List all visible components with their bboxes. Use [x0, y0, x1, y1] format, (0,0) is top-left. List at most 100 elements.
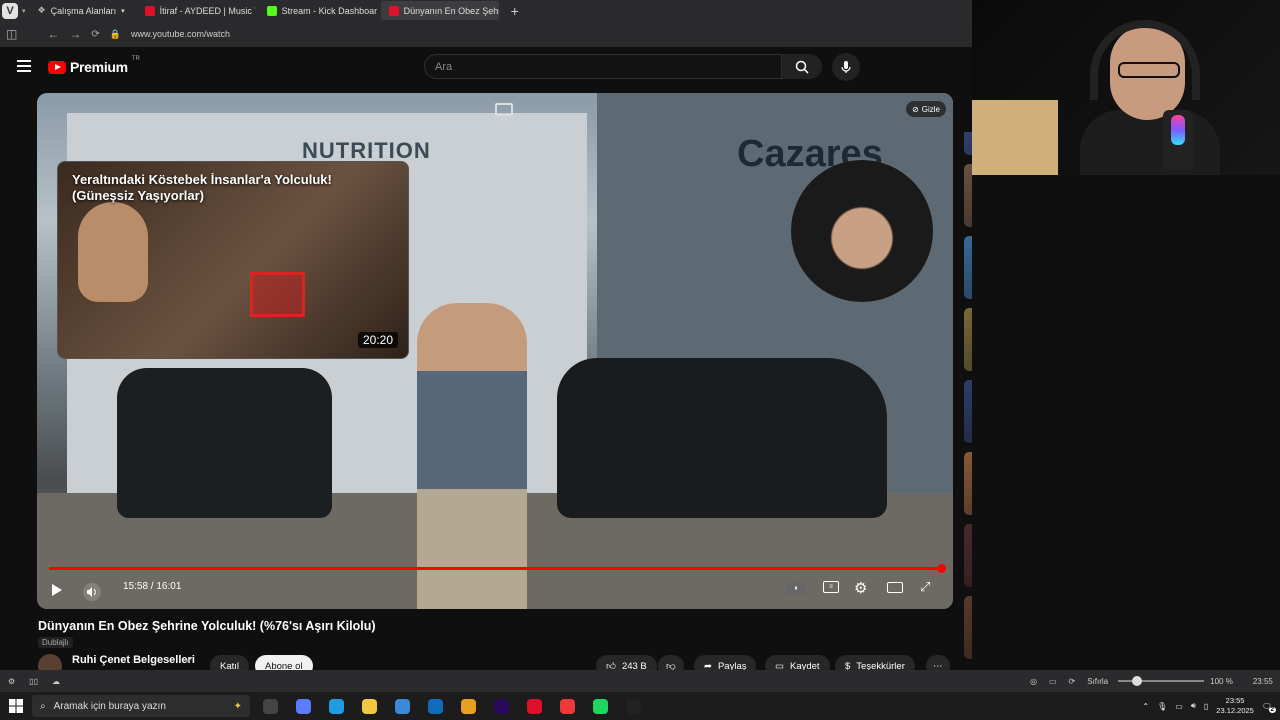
zoom-slider[interactable] — [1118, 676, 1205, 686]
recommendations-list: 38:43342 B görüntüleme • 3 gün önceYeni 2… — [964, 132, 972, 670]
battery-icon[interactable]: ▯ — [1204, 702, 1208, 711]
sidebar-video-item[interactable]: 31:42AKDENİZ BÖLGESİ'NİN EN DÜŞÜK PUANLI… — [964, 452, 972, 518]
lock-icon[interactable]: 🔒 — [110, 29, 121, 40]
video-thumbnail[interactable]: 38:43 — [964, 132, 972, 155]
endscreen-video-card[interactable]: Yeraltındaki Köstebek İnsanlar'a Yolculu… — [57, 161, 409, 359]
panel-toggle-icon[interactable]: ◫ — [6, 27, 17, 41]
task-view-app-icon[interactable] — [254, 692, 287, 720]
channel-name[interactable]: Ruhi Çenet Belgeselleri — [72, 654, 195, 666]
more-actions-button[interactable]: ⋯ — [926, 655, 950, 670]
capture-icon[interactable]: ◎ — [1030, 677, 1037, 686]
taskbar-search-input[interactable]: ⌕ Aramak için buraya yazın ✦ — [32, 695, 250, 717]
tab-aydeed[interactable]: İtiraf - AYDEED | Music Vide — [137, 1, 255, 20]
thanks-button[interactable]: $ Teşekkürler — [835, 655, 915, 670]
endscreen-channel-avatar[interactable] — [791, 160, 933, 302]
video-thumbnail[interactable]: 20:20 — [964, 164, 972, 227]
channel-avatar[interactable] — [38, 654, 62, 670]
spotify-app-icon[interactable] — [584, 692, 617, 720]
share-button[interactable]: ➦ Paylaş — [694, 655, 757, 670]
chevron-down-icon[interactable]: ▾ — [22, 7, 26, 15]
dubbed-badge: Dublajlı — [38, 637, 73, 648]
thanks-icon: $ — [845, 660, 851, 671]
taskbar-apps — [254, 692, 650, 720]
fullscreen-icon[interactable]: ⤢ — [920, 579, 930, 595]
premiere-app-icon[interactable] — [485, 692, 518, 720]
notification-icon[interactable]: 🗨︎ 2 — [1262, 702, 1276, 713]
reader-icon[interactable]: ▭ — [1049, 677, 1057, 686]
sidebar-video-item[interactable]: 38:43342 B görüntüleme • 3 gün önceYeni — [964, 132, 972, 158]
reload-icon[interactable]: ⟳ — [91, 29, 99, 40]
play-button[interactable] — [51, 583, 63, 597]
theater-mode-icon[interactable] — [887, 582, 903, 593]
panel-icon[interactable]: ⚙ — [8, 677, 15, 686]
subscribe-button[interactable]: Abone ol — [255, 655, 313, 670]
video-thumbnail[interactable]: 34:45 — [964, 380, 972, 443]
tab-kick[interactable]: Stream - Kick Dashboard — [259, 1, 377, 20]
volume-icon[interactable]: 🔊︎ — [1191, 701, 1196, 711]
reset-zoom-button[interactable]: Sıfırla — [1087, 677, 1108, 686]
zoom-level: 100 % — [1210, 676, 1233, 686]
youtube-favicon-icon — [144, 5, 155, 16]
hide-button[interactable]: ⊘ Gizle — [906, 101, 946, 117]
taskbar-clock[interactable]: 23:55 23.12.2025 — [1216, 696, 1254, 716]
search-input[interactable]: Ara — [424, 54, 782, 79]
sidebar-video-item[interactable]: 17:54BU ŞAMPİYON JUNGDA ÇOK GÜÇLÜ | LEAG… — [964, 236, 972, 302]
new-tab-button[interactable]: + — [503, 3, 527, 19]
youtube-page: Premium TR Ara NUTRITION Cazares ⊘ Gizle… — [0, 47, 972, 670]
sidebar-video-item[interactable]: 34:45Amerika'da Polisle Gece Devriyesine… — [964, 380, 972, 446]
url-field[interactable]: www.youtube.com/watch — [131, 29, 230, 39]
chrome-app-icon[interactable] — [452, 692, 485, 720]
opera-app-icon[interactable] — [518, 692, 551, 720]
chevron-up-icon[interactable]: ⌃ — [1142, 702, 1149, 711]
cloud-icon[interactable]: ☁ — [52, 677, 60, 686]
start-button[interactable] — [0, 692, 32, 720]
explorer-app-icon[interactable] — [353, 692, 386, 720]
sync-icon[interactable]: ⟳ — [1069, 677, 1076, 686]
outlook-app-icon[interactable] — [419, 692, 452, 720]
voice-search-button[interactable] — [832, 53, 860, 81]
search-button[interactable] — [782, 54, 822, 79]
miniplayer-icon[interactable] — [495, 103, 513, 116]
save-label: Kaydet — [789, 660, 820, 671]
subtitles-icon[interactable]: ≡ — [823, 581, 839, 593]
video-thumbnail[interactable]: 17:54 — [964, 236, 972, 299]
obs-app-icon[interactable] — [617, 692, 650, 720]
thumbs-up-icon: 👍︎ — [606, 661, 616, 670]
workspaces-button[interactable]: ❖ Çalışma Alanları ▾ — [30, 1, 133, 20]
video-player[interactable]: NUTRITION Cazares ⊘ Gizle Yeraltındaki K… — [37, 93, 953, 609]
save-button[interactable]: ▭ Kaydet — [765, 655, 830, 670]
autoplay-toggle[interactable]: ⏸ — [785, 583, 807, 595]
menu-icon[interactable] — [17, 60, 31, 72]
thumbs-down-icon: 👎︎ — [666, 661, 676, 670]
video-thumbnail[interactable] — [964, 596, 972, 659]
youtube-logo[interactable]: Premium TR — [48, 56, 140, 75]
vivaldi-app-icon[interactable] — [551, 692, 584, 720]
forward-icon[interactable]: → — [69, 27, 81, 41]
dislike-button[interactable]: 👎︎ — [658, 655, 684, 670]
tab-active-video[interactable]: Dünyanın En Obez Şehrine — [380, 1, 499, 20]
video-thumbnail[interactable]: 3:31 — [964, 524, 972, 587]
vivaldi-menu-icon[interactable]: V — [2, 2, 18, 19]
progress-bar[interactable] — [49, 564, 946, 573]
workspaces-icon: ❖ — [37, 5, 46, 15]
sidebar-video-item[interactable]: 40:522026 YILINDA ÇIKACAK DELİ GİBİ BEKL… — [964, 308, 972, 374]
microphone-icon[interactable]: 🎙︎ — [1157, 702, 1167, 711]
sidebar-video-item[interactable]: 3:31Kısa Zaman İçin - AYDEED | Music Vid… — [964, 524, 972, 590]
store-app-icon[interactable] — [386, 692, 419, 720]
copilot-app-icon[interactable] — [287, 692, 320, 720]
network-icon[interactable]: ▭ — [1175, 702, 1183, 711]
video-thumbnail[interactable]: 40:52 — [964, 308, 972, 371]
back-icon[interactable]: ← — [47, 27, 59, 41]
settings-icon[interactable]: ⚙ — [854, 579, 867, 597]
sidebar-video-item[interactable]: Şahan Gökbakar Recep İvedik Sahnelerini … — [964, 596, 972, 662]
like-button[interactable]: 👍︎ 243 B — [596, 655, 657, 670]
tile-icon[interactable]: ▯▯ — [29, 677, 38, 686]
card-thumbnail-face — [78, 202, 148, 302]
video-thumbnail[interactable]: 31:42 — [964, 452, 972, 515]
sidebar-video-item[interactable]: 20:20Yeraltındaki Köstebek İnsanlar'a Yo… — [964, 164, 972, 230]
logo-text: Premium — [70, 59, 128, 75]
join-button[interactable]: Katıl — [210, 655, 250, 671]
join-label: Katıl — [220, 660, 240, 671]
volume-button[interactable] — [83, 583, 101, 601]
edge-app-icon[interactable] — [320, 692, 353, 720]
